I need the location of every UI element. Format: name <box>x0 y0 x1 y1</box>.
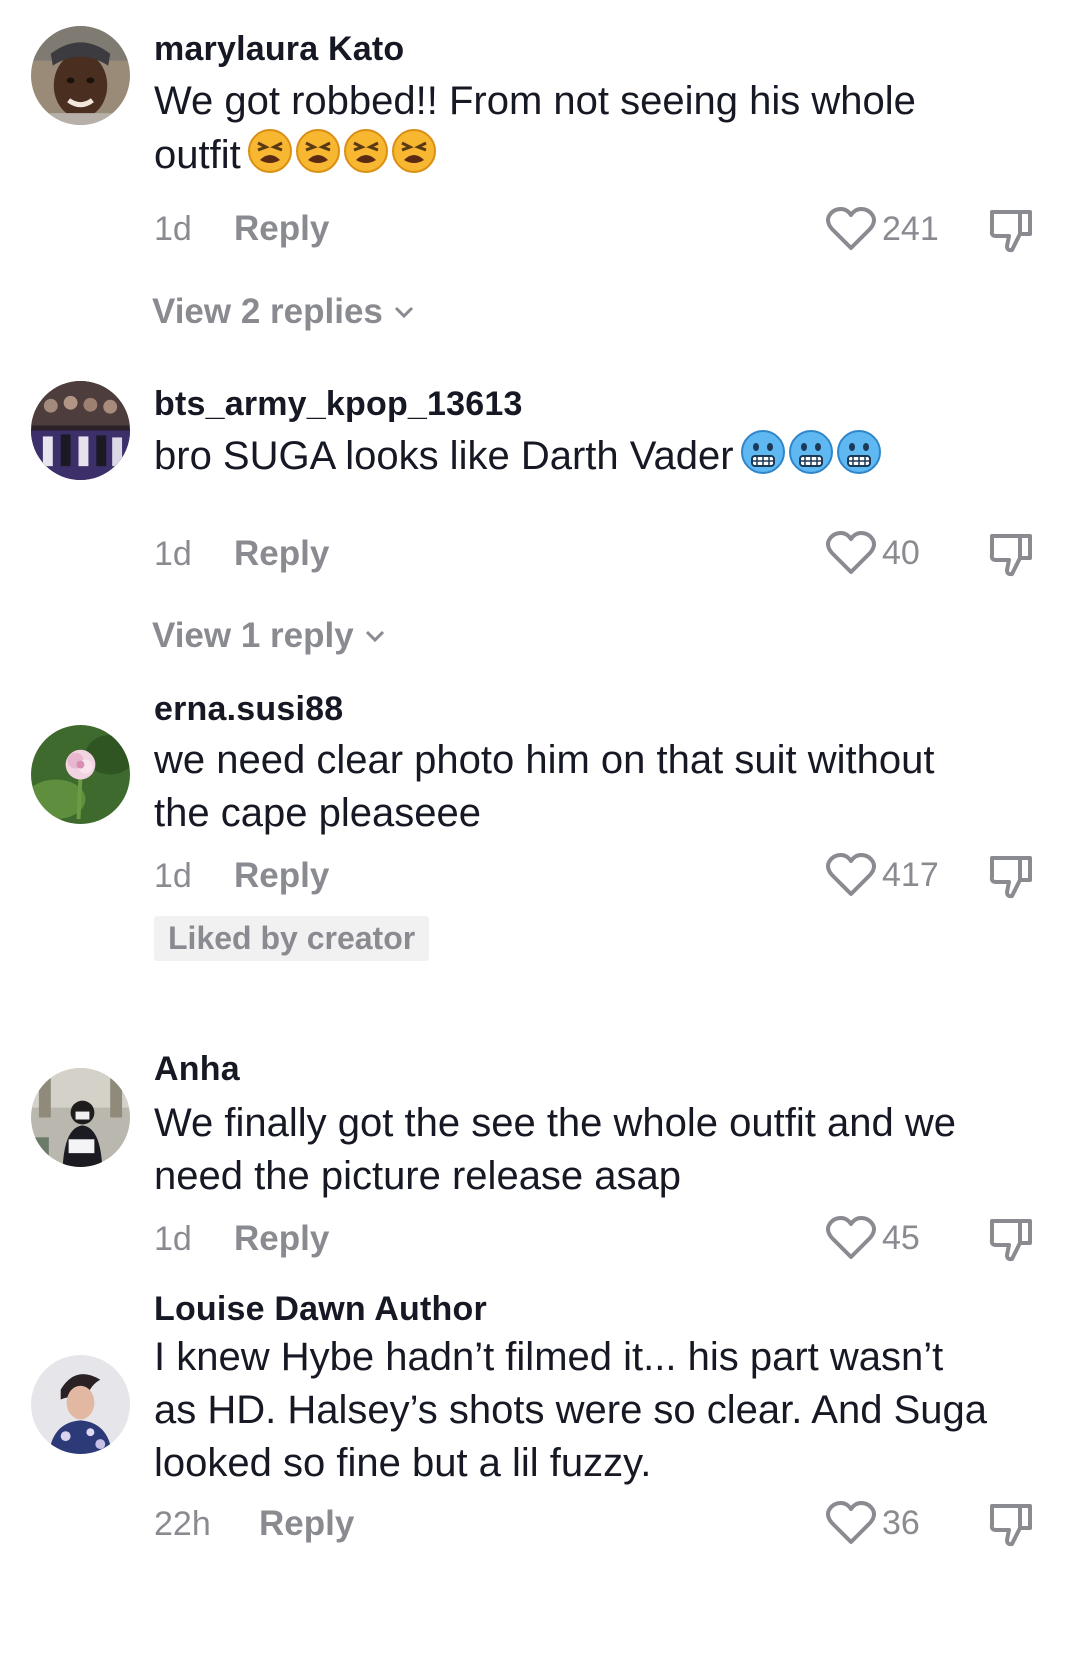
tired-face-emoji-group <box>247 128 437 174</box>
username[interactable]: bts_army_kpop_13613 <box>154 385 523 424</box>
avatar[interactable] <box>31 26 130 125</box>
thumbs-down-icon <box>986 1500 1036 1550</box>
comment-text-line: we need clear photo him on that suit wit… <box>154 738 935 782</box>
comment-text-fragment: outfit <box>154 133 241 177</box>
cold-face-emoji <box>788 429 834 475</box>
like-button[interactable]: 40 <box>826 530 920 576</box>
heart-icon <box>826 852 876 898</box>
comment-text-line: looked so fine but a lil fuzzy. <box>154 1441 652 1485</box>
avatar[interactable] <box>31 1068 130 1167</box>
comment-text-line: as HD. Halsey’s shots were so clear. And… <box>154 1388 988 1432</box>
comment-text: we need clear photo him on that suit wit… <box>154 734 1054 840</box>
liked-by-creator-badge: Liked by creator <box>154 916 430 961</box>
comment-timestamp: 1d <box>154 1220 192 1258</box>
tired-face-emoji <box>247 128 293 174</box>
comment-text-line: bro SUGA looks like Darth Vader <box>154 429 1054 483</box>
like-button[interactable]: 241 <box>826 206 939 252</box>
comment-text: bro SUGA looks like Darth Vader <box>154 429 1054 483</box>
dislike-button[interactable] <box>986 1500 1036 1550</box>
view-replies-button[interactable]: View 1 reply <box>152 616 388 656</box>
like-button[interactable]: 45 <box>826 1215 920 1261</box>
thumbs-down-icon <box>986 1215 1036 1265</box>
like-count: 241 <box>882 209 939 248</box>
comment-text-line: I knew Hybe hadn’t filmed it... his part… <box>154 1335 944 1379</box>
comment-timestamp: 1d <box>154 857 192 895</box>
thumbs-down-icon <box>986 206 1036 256</box>
comment-text: We got robbed!! From not seeing his whol… <box>154 75 1054 182</box>
dislike-button[interactable] <box>986 206 1036 256</box>
view-replies-label: View 2 replies <box>152 292 383 331</box>
dislike-button[interactable] <box>986 530 1036 580</box>
comment-text-line: We finally got the see the whole outfit … <box>154 1101 956 1145</box>
comment-text-line: outfit <box>154 128 1054 182</box>
comment-text: We finally got the see the whole outfit … <box>154 1097 1054 1203</box>
chevron-down-icon <box>394 306 413 319</box>
like-count: 36 <box>882 1503 920 1542</box>
tired-face-emoji <box>343 128 389 174</box>
comment-text-line: need the picture release asap <box>154 1154 682 1198</box>
chevron-down-icon <box>365 630 384 643</box>
comment-item: marylaura Kato We got robbed!! From not … <box>0 0 1079 340</box>
comment-item: erna.susi88 we need clear photo him on t… <box>0 660 1079 1060</box>
view-replies-label: View 1 reply <box>152 616 354 655</box>
comment-timestamp: 1d <box>154 535 192 573</box>
like-count: 40 <box>882 533 920 572</box>
view-replies-button[interactable]: View 2 replies <box>152 292 417 332</box>
thumbs-down-icon <box>986 852 1036 902</box>
dislike-button[interactable] <box>986 852 1036 902</box>
heart-icon <box>826 530 876 576</box>
username[interactable]: Anha <box>154 1050 240 1089</box>
like-button[interactable]: 36 <box>826 1500 920 1546</box>
reply-button[interactable]: Reply <box>234 209 329 249</box>
tired-face-emoji <box>295 128 341 174</box>
avatar[interactable] <box>31 381 130 480</box>
comment-item: Louise Dawn Author I knew Hybe hadn’t fi… <box>0 1290 1079 1667</box>
like-count: 45 <box>882 1218 920 1257</box>
reply-button[interactable]: Reply <box>234 856 329 896</box>
avatar[interactable] <box>31 1355 130 1454</box>
heart-icon <box>826 1215 876 1261</box>
username[interactable]: erna.susi88 <box>154 690 343 729</box>
heart-icon <box>826 206 876 252</box>
username[interactable]: marylaura Kato <box>154 30 404 69</box>
comment-text-fragment: bro SUGA looks like Darth Vader <box>154 434 734 478</box>
comment-item: bts_army_kpop_13613 bro SUGA looks like … <box>0 340 1079 660</box>
comment-text-line: We got robbed!! From not seeing his whol… <box>154 79 916 123</box>
avatar[interactable] <box>31 725 130 824</box>
cold-face-emoji <box>740 429 786 475</box>
comment-timestamp: 22h <box>154 1505 211 1543</box>
dislike-button[interactable] <box>986 1215 1036 1265</box>
comment-text-line: the cape pleaseee <box>154 791 481 835</box>
reply-button[interactable]: Reply <box>259 1504 354 1544</box>
tired-face-emoji <box>391 128 437 174</box>
username[interactable]: Louise Dawn Author <box>154 1290 487 1329</box>
heart-icon <box>826 1500 876 1546</box>
like-button[interactable]: 417 <box>826 852 939 898</box>
cold-face-emoji <box>836 429 882 475</box>
reply-button[interactable]: Reply <box>234 534 329 574</box>
thumbs-down-icon <box>986 530 1036 580</box>
reply-button[interactable]: Reply <box>234 1219 329 1259</box>
comment-timestamp: 1d <box>154 210 192 248</box>
cold-face-emoji-group <box>740 429 882 475</box>
like-count: 417 <box>882 855 939 894</box>
comment-text: I knew Hybe hadn’t filmed it... his part… <box>154 1331 1054 1490</box>
